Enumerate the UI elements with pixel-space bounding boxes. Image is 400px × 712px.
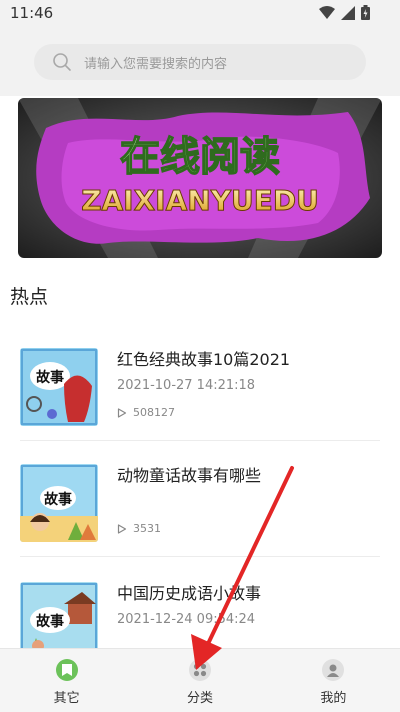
view-count: 3531 [133,522,161,535]
article-title: 中国历史成语小故事 [117,584,262,603]
article-date: 2021-10-27 14:21:18 [117,378,256,393]
article-title: 红色经典故事10篇2021 [117,350,291,369]
status-bar: 11:46 [0,0,400,28]
search-input[interactable]: 请输入您需要搜索的内容 [84,53,227,72]
thumb-label: 故事 [36,369,64,386]
divider [20,556,380,557]
divider [20,440,380,441]
wifi-icon [319,5,335,19]
tab-label: 我的 [320,691,347,706]
play-icon [117,523,127,534]
list-item[interactable]: 故事 动物童话故事有哪些 3531 [20,462,382,562]
play-icon [117,407,127,418]
battery-icon [361,5,370,20]
article-thumbnail: 故事 [20,464,98,542]
banner-image: 在线阅读 ZAIXIANYUEDU [18,98,382,258]
list-item[interactable]: 故事 红色经典故事10篇2021 2021-10-27 14:21:18 508… [20,346,382,446]
tab-other[interactable]: 其它 [0,649,133,712]
search-icon [53,53,71,71]
search-bar[interactable]: 请输入您需要搜索的内容 [34,44,366,80]
tab-label: 分类 [186,691,213,706]
article-title: 动物童话故事有哪些 [117,466,262,485]
article-date: 2021-12-24 09:54:24 [117,612,256,627]
banner-title-cn: 在线阅读 [120,134,280,180]
grid-icon [188,659,211,681]
article-views: 3531 [117,522,161,535]
article-thumbnail: 故事 [20,348,98,426]
status-time: 11:46 [10,4,54,22]
banner-title-en: ZAIXIANYUEDU [81,184,319,217]
tab-category[interactable]: 分类 [133,649,266,712]
banner-carousel[interactable]: 在线阅读 ZAIXIANYUEDU [18,98,382,258]
bottom-tab-bar: 其它 分类 我的 [0,648,400,712]
user-icon [322,659,345,681]
section-title-hot: 热点 [10,286,49,308]
bookmark-icon [55,659,78,681]
thumb-label: 故事 [44,491,72,508]
tab-mine[interactable]: 我的 [267,649,400,712]
status-icons [319,5,370,20]
tab-label: 其它 [53,691,80,706]
article-views: 508127 [117,406,175,419]
signal-icon [341,5,355,20]
view-count: 508127 [133,406,175,419]
thumb-label: 故事 [36,613,64,630]
